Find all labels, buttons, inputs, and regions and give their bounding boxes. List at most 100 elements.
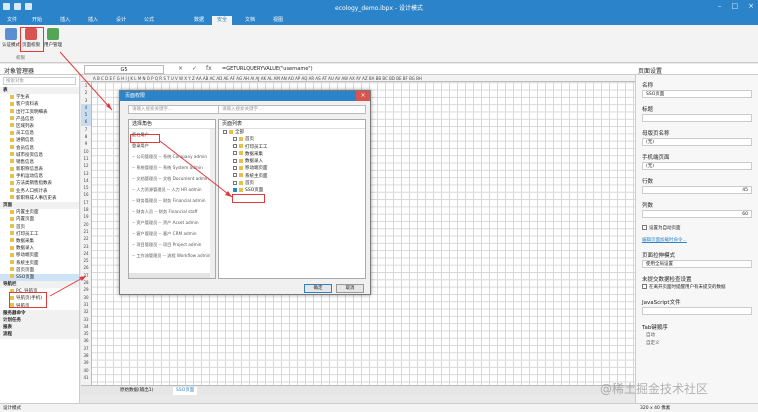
theme-select[interactable]: 使用全局设置	[642, 260, 752, 268]
row-number[interactable]: 25	[81, 257, 91, 264]
cols-field[interactable]: 60	[642, 210, 752, 218]
row-number[interactable]: 20	[81, 221, 91, 228]
row-number[interactable]: 16	[81, 191, 91, 198]
row-number[interactable]: 11	[81, 155, 91, 162]
page-item[interactable]: 首页	[219, 136, 365, 143]
tree-item[interactable]: 员工信息	[0, 130, 79, 137]
confirm-icon[interactable]: ✓	[192, 65, 197, 72]
object-search-input[interactable]: 搜索对象	[3, 77, 76, 85]
tree-item[interactable]: 首页	[0, 224, 79, 231]
page-item[interactable]: 打印员工工	[219, 144, 365, 151]
page-checkbox[interactable]	[233, 151, 237, 156]
role-item[interactable]: -- 项目管理员 -- 项目 Project admin	[129, 239, 215, 250]
tree-group[interactable]: 流程	[0, 331, 79, 339]
formula-input[interactable]: =GETURLQUERYVALUE("username")	[222, 66, 313, 72]
row-number[interactable]: 31	[81, 301, 91, 308]
tab-data[interactable]: 数据	[189, 16, 209, 25]
maximize-icon[interactable]: □	[732, 2, 739, 10]
tree-item[interactable]: 会员信息	[0, 145, 79, 152]
tab-view[interactable]: 视图	[268, 16, 288, 25]
tree-item[interactable]: 内置页面	[0, 216, 79, 223]
auth-mode-button[interactable]: 认证模式	[2, 28, 20, 58]
row-number[interactable]: 29	[81, 286, 91, 293]
role-item[interactable]: -- 工作流管理员 -- 流程 Workflow admin	[129, 250, 215, 261]
row-number[interactable]: 4	[81, 103, 91, 112]
tree-item[interactable]: 新职称成人事历史表	[0, 195, 79, 202]
tab-custom-option[interactable]: 自定义	[646, 340, 660, 346]
cancel-button[interactable]: 取消	[336, 284, 364, 293]
tree-item[interactable]: 区域列表	[0, 123, 79, 130]
user-manage-button[interactable]: 用户管理	[44, 28, 62, 58]
tree-item[interactable]: 进销信息	[0, 137, 79, 144]
row-number[interactable]: 30	[81, 294, 91, 301]
title-field[interactable]	[642, 114, 752, 122]
role-search-input[interactable]: 请输入搜索关键字...	[128, 105, 223, 114]
autofit-checkbox[interactable]: 设置为自动页面	[642, 225, 681, 231]
sheet-tab[interactable]: 原始数据(输出1)	[117, 387, 156, 395]
row-number[interactable]: 13	[81, 170, 91, 177]
row-number[interactable]: 10	[81, 148, 91, 155]
page-checkbox[interactable]	[233, 187, 237, 192]
row-number[interactable]: 19	[81, 213, 91, 220]
page-checkbox[interactable]	[223, 129, 227, 134]
row-number[interactable]: 32	[81, 308, 91, 315]
tree-item[interactable]: 学生表	[0, 94, 79, 101]
row-number[interactable]: 7	[81, 126, 91, 133]
role-item[interactable]: -- 财务管理员 -- 财务 Financial admin	[129, 195, 215, 206]
row-number[interactable]: 15	[81, 184, 91, 191]
page-item[interactable]: 全部	[219, 129, 365, 136]
role-item[interactable]: -- 公司管理员 -- 系统 Company admin	[129, 151, 215, 162]
master-select[interactable]: (无)	[642, 138, 752, 146]
row-number[interactable]: 12	[81, 162, 91, 169]
page-search-input[interactable]: 请输入搜索关键字...	[218, 105, 366, 114]
row-number[interactable]: 41	[81, 374, 91, 381]
row-number[interactable]: 6	[81, 118, 91, 126]
tree-item[interactable]: 数据采集	[0, 238, 79, 245]
tree-group[interactable]: 表	[0, 87, 79, 95]
name-field[interactable]: SSO页面	[642, 90, 752, 98]
row-number[interactable]: 40	[81, 367, 91, 374]
page-checkbox[interactable]	[233, 180, 237, 185]
close-icon[interactable]: ×	[748, 2, 754, 10]
rows-field[interactable]: 45	[642, 186, 752, 194]
role-item[interactable]: -- 客户管理员 -- 客户 CRM admin	[129, 228, 215, 239]
tree-item[interactable]: 客户资料表	[0, 101, 79, 108]
row-number[interactable]: 39	[81, 359, 91, 366]
tree-item[interactable]: 移动端页面	[0, 252, 79, 259]
tab-formula[interactable]: 公式	[139, 16, 159, 25]
tree-item[interactable]: 首页页面	[0, 267, 79, 274]
row-number[interactable]: 21	[81, 228, 91, 235]
row-number[interactable]: 28	[81, 279, 91, 286]
row-number[interactable]: 27	[81, 272, 91, 279]
row-number[interactable]: 14	[81, 177, 91, 184]
name-box[interactable]: G5	[84, 65, 164, 74]
tab-home[interactable]: 开始	[27, 16, 47, 25]
row-number[interactable]: 22	[81, 235, 91, 242]
tab-insert-2[interactable]: 插入	[83, 16, 103, 25]
fx-icon[interactable]: fx	[206, 65, 212, 72]
tree-group[interactable]: 报表	[0, 324, 79, 332]
tab-insert[interactable]: 插入	[55, 16, 75, 25]
role-item[interactable]: -- 财务人员 -- 财务 Financial staff	[129, 206, 215, 217]
row-number[interactable]: 5	[81, 111, 91, 119]
tree-item[interactable]: 内置主页面	[0, 209, 79, 216]
tree-group[interactable]: 页面	[0, 202, 79, 210]
tree-item[interactable]: 数据录入	[0, 245, 79, 252]
row-number[interactable]: 18	[81, 206, 91, 213]
tree-item[interactable]: 业务人口统计表	[0, 188, 79, 195]
row-number[interactable]: 36	[81, 337, 91, 344]
page-checkbox[interactable]	[233, 173, 237, 178]
tree-item[interactable]: 销售信息	[0, 159, 79, 166]
dialog-close-icon[interactable]: ×	[356, 91, 370, 101]
tree-group[interactable]: 导航栏	[0, 281, 79, 289]
cancel-icon[interactable]: ×	[178, 65, 183, 72]
tab-document[interactable]: 文档	[240, 16, 260, 25]
row-number[interactable]: 38	[81, 352, 91, 359]
page-item[interactable]: 数据录入	[219, 158, 365, 165]
role-hscrollbar[interactable]	[129, 273, 210, 278]
unsaved-checkbox[interactable]: 在离开页面时提醒用户有未提交的数据	[642, 284, 726, 290]
page-item[interactable]: 移动端页面	[219, 165, 365, 172]
tree-item[interactable]: 方法类销售指数表	[0, 180, 79, 187]
row-number[interactable]: 33	[81, 316, 91, 323]
row-number[interactable]: 35	[81, 330, 91, 337]
